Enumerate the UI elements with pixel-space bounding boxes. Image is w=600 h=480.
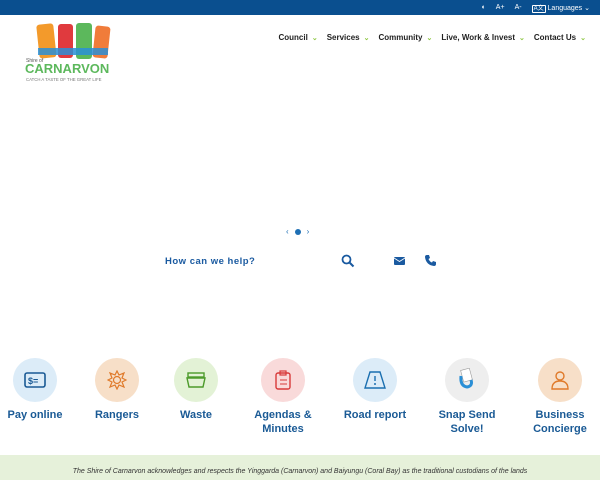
- chevron-down-icon: ⌄: [426, 35, 433, 42]
- translate-icon: A文: [531, 5, 546, 13]
- tile-label: Road report: [343, 409, 407, 421]
- chevron-down-icon: ⌄: [580, 35, 586, 42]
- languages-button[interactable]: A文 Languages ⌄: [531, 3, 590, 13]
- tile-circle: [261, 358, 305, 402]
- slider-controls: ‹ ›: [286, 227, 309, 236]
- tile-circle: [174, 358, 218, 402]
- search-icon[interactable]: [341, 254, 355, 268]
- tile-label: Snap Send Solve!: [438, 409, 496, 435]
- snap-send-solve-icon: [459, 368, 473, 389]
- concierge-icon: [551, 371, 569, 390]
- slider-prev-button[interactable]: ‹: [286, 227, 289, 236]
- site-logo[interactable]: Shire of CARNARVON CATCH A TASTE OF THE …: [24, 22, 120, 86]
- logo-tagline: CATCH A TASTE OF THE GREAT LIFE: [26, 77, 102, 82]
- help-search-input[interactable]: How can we help?: [165, 256, 255, 267]
- tile-label: Pay online: [7, 409, 63, 421]
- tile-rangers[interactable]: Rangers: [72, 358, 162, 422]
- chevron-down-icon: ⌄: [311, 35, 318, 42]
- tile-circle: [353, 358, 397, 402]
- tile-label: Business Concierge: [533, 409, 587, 435]
- tile-waste[interactable]: Waste: [151, 358, 241, 422]
- acknowledgement-text: The Shire of Carnarvon acknowledges and …: [72, 468, 528, 475]
- nav-label: Community: [378, 33, 423, 42]
- slider-next-button[interactable]: ›: [307, 227, 310, 236]
- tile-snap-send-solve[interactable]: Snap Send Solve!: [422, 358, 512, 436]
- tile-circle: [538, 358, 582, 402]
- tile-agendas-minutes[interactable]: Agendas & Minutes: [238, 358, 328, 436]
- main-nav: Council ⌄ Services ⌄ Community ⌄ Live, Work…: [278, 33, 586, 42]
- payment-icon: $=: [24, 372, 46, 388]
- nav-services[interactable]: Services ⌄: [327, 33, 370, 42]
- logo-name: CARNARVON: [25, 61, 109, 76]
- nav-council[interactable]: Council ⌄: [278, 33, 317, 42]
- nav-contact-us[interactable]: Contact Us ⌄: [534, 33, 586, 42]
- font-increase-button[interactable]: A+: [496, 4, 505, 11]
- nav-label: Services: [326, 33, 360, 42]
- tile-label: Rangers: [94, 409, 140, 421]
- tile-business-concierge[interactable]: Business Concierge: [515, 358, 600, 436]
- nav-community[interactable]: Community ⌄: [378, 33, 432, 42]
- nav-label: Council: [278, 33, 308, 42]
- nav-label: Live, Work & Invest: [441, 33, 516, 42]
- tile-pay-online[interactable]: $= Pay online: [0, 358, 80, 422]
- tile-circle: [95, 358, 139, 402]
- acknowledgement-banner: The Shire of Carnarvon acknowledges and …: [0, 455, 600, 480]
- tile-label: Agendas & Minutes: [254, 409, 312, 435]
- mail-icon[interactable]: [394, 257, 405, 265]
- languages-label: Languages: [547, 5, 583, 12]
- chevron-down-icon: ⌄: [363, 35, 370, 42]
- bin-icon: [186, 372, 206, 388]
- top-utility-bar: ◐ A+ A- A文 Languages ⌄: [0, 0, 600, 15]
- tile-road-report[interactable]: Road report: [330, 358, 420, 422]
- contrast-icon[interactable]: ◐: [482, 4, 486, 11]
- slider-dot-active[interactable]: [294, 228, 301, 235]
- tile-circle: $=: [13, 358, 57, 402]
- road-icon: [364, 371, 386, 389]
- nav-label: Contact Us: [533, 33, 577, 42]
- nav-live-work-invest[interactable]: Live, Work & Invest ⌄: [441, 33, 525, 42]
- svg-text:$=: $=: [28, 376, 38, 386]
- font-decrease-button[interactable]: A-: [515, 4, 522, 11]
- clipboard-icon: [275, 370, 291, 390]
- phone-icon[interactable]: [425, 255, 436, 266]
- tile-label: Waste: [180, 409, 212, 421]
- chevron-down-icon: ⌄: [519, 35, 525, 42]
- sun-badge-icon: [107, 370, 127, 390]
- tile-circle: [445, 358, 489, 402]
